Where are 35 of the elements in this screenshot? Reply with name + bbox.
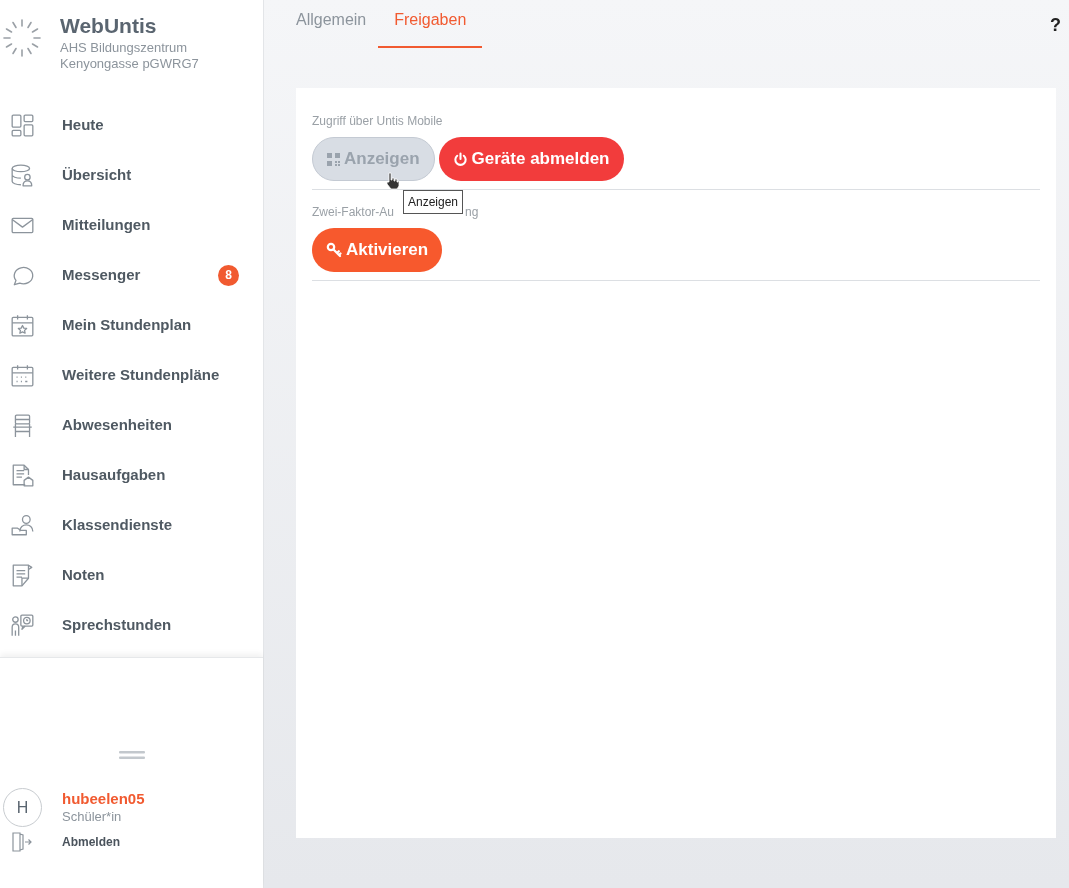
nav-item[interactable]: Klassendienste [0,500,263,550]
qr-code-icon [327,152,340,166]
logo-icon [0,16,44,60]
help-icon[interactable]: ? [1050,12,1061,39]
school-name: Kenyongasse pGWRG7 [60,56,199,72]
section-label: Zwei-Faktor-Au [312,205,394,219]
section-label: ng [465,205,479,219]
hand-cursor-icon [386,172,400,190]
chair-icon [10,412,35,438]
logout-link[interactable]: Abmelden [0,831,263,853]
nav-item[interactable]: Abwesenheiten [0,400,263,450]
dashboard-icon [10,112,35,138]
app-title: WebUntis [60,14,158,38]
unread-count: 8 [218,264,239,286]
school-name: AHS Bildungszentrum [60,40,189,56]
calendar-star-icon [10,312,35,338]
section-label: Zugriff über Untis Mobile [312,114,443,128]
nav-item[interactable]: Messenger 8 [0,250,263,300]
drag-handle-icon[interactable] [118,750,145,760]
power-icon [452,151,468,167]
calendar-dots-icon [10,362,35,388]
key-icon [326,242,342,258]
nav-item[interactable]: Mein Stundenplan [0,300,263,350]
logout-devices-button[interactable]: Geräte abmelden [438,137,624,181]
nav-item[interactable]: Mitteilungen [0,200,263,250]
tooltip: Anzeigen [403,190,464,214]
user-role: Schüler*in [62,808,123,826]
nav-item[interactable]: Noten [0,550,263,600]
nav-item[interactable]: Sprechstunden [0,600,263,650]
door-exit-icon [11,831,33,853]
user-name: hubeelen05 [62,789,145,808]
nav-item[interactable]: Weitere Stundenpläne [0,350,263,400]
nav-item[interactable]: Hausaufgaben [0,450,263,500]
nav-item[interactable]: Übersicht [0,150,263,200]
nav-item[interactable]: Heute [0,100,263,150]
